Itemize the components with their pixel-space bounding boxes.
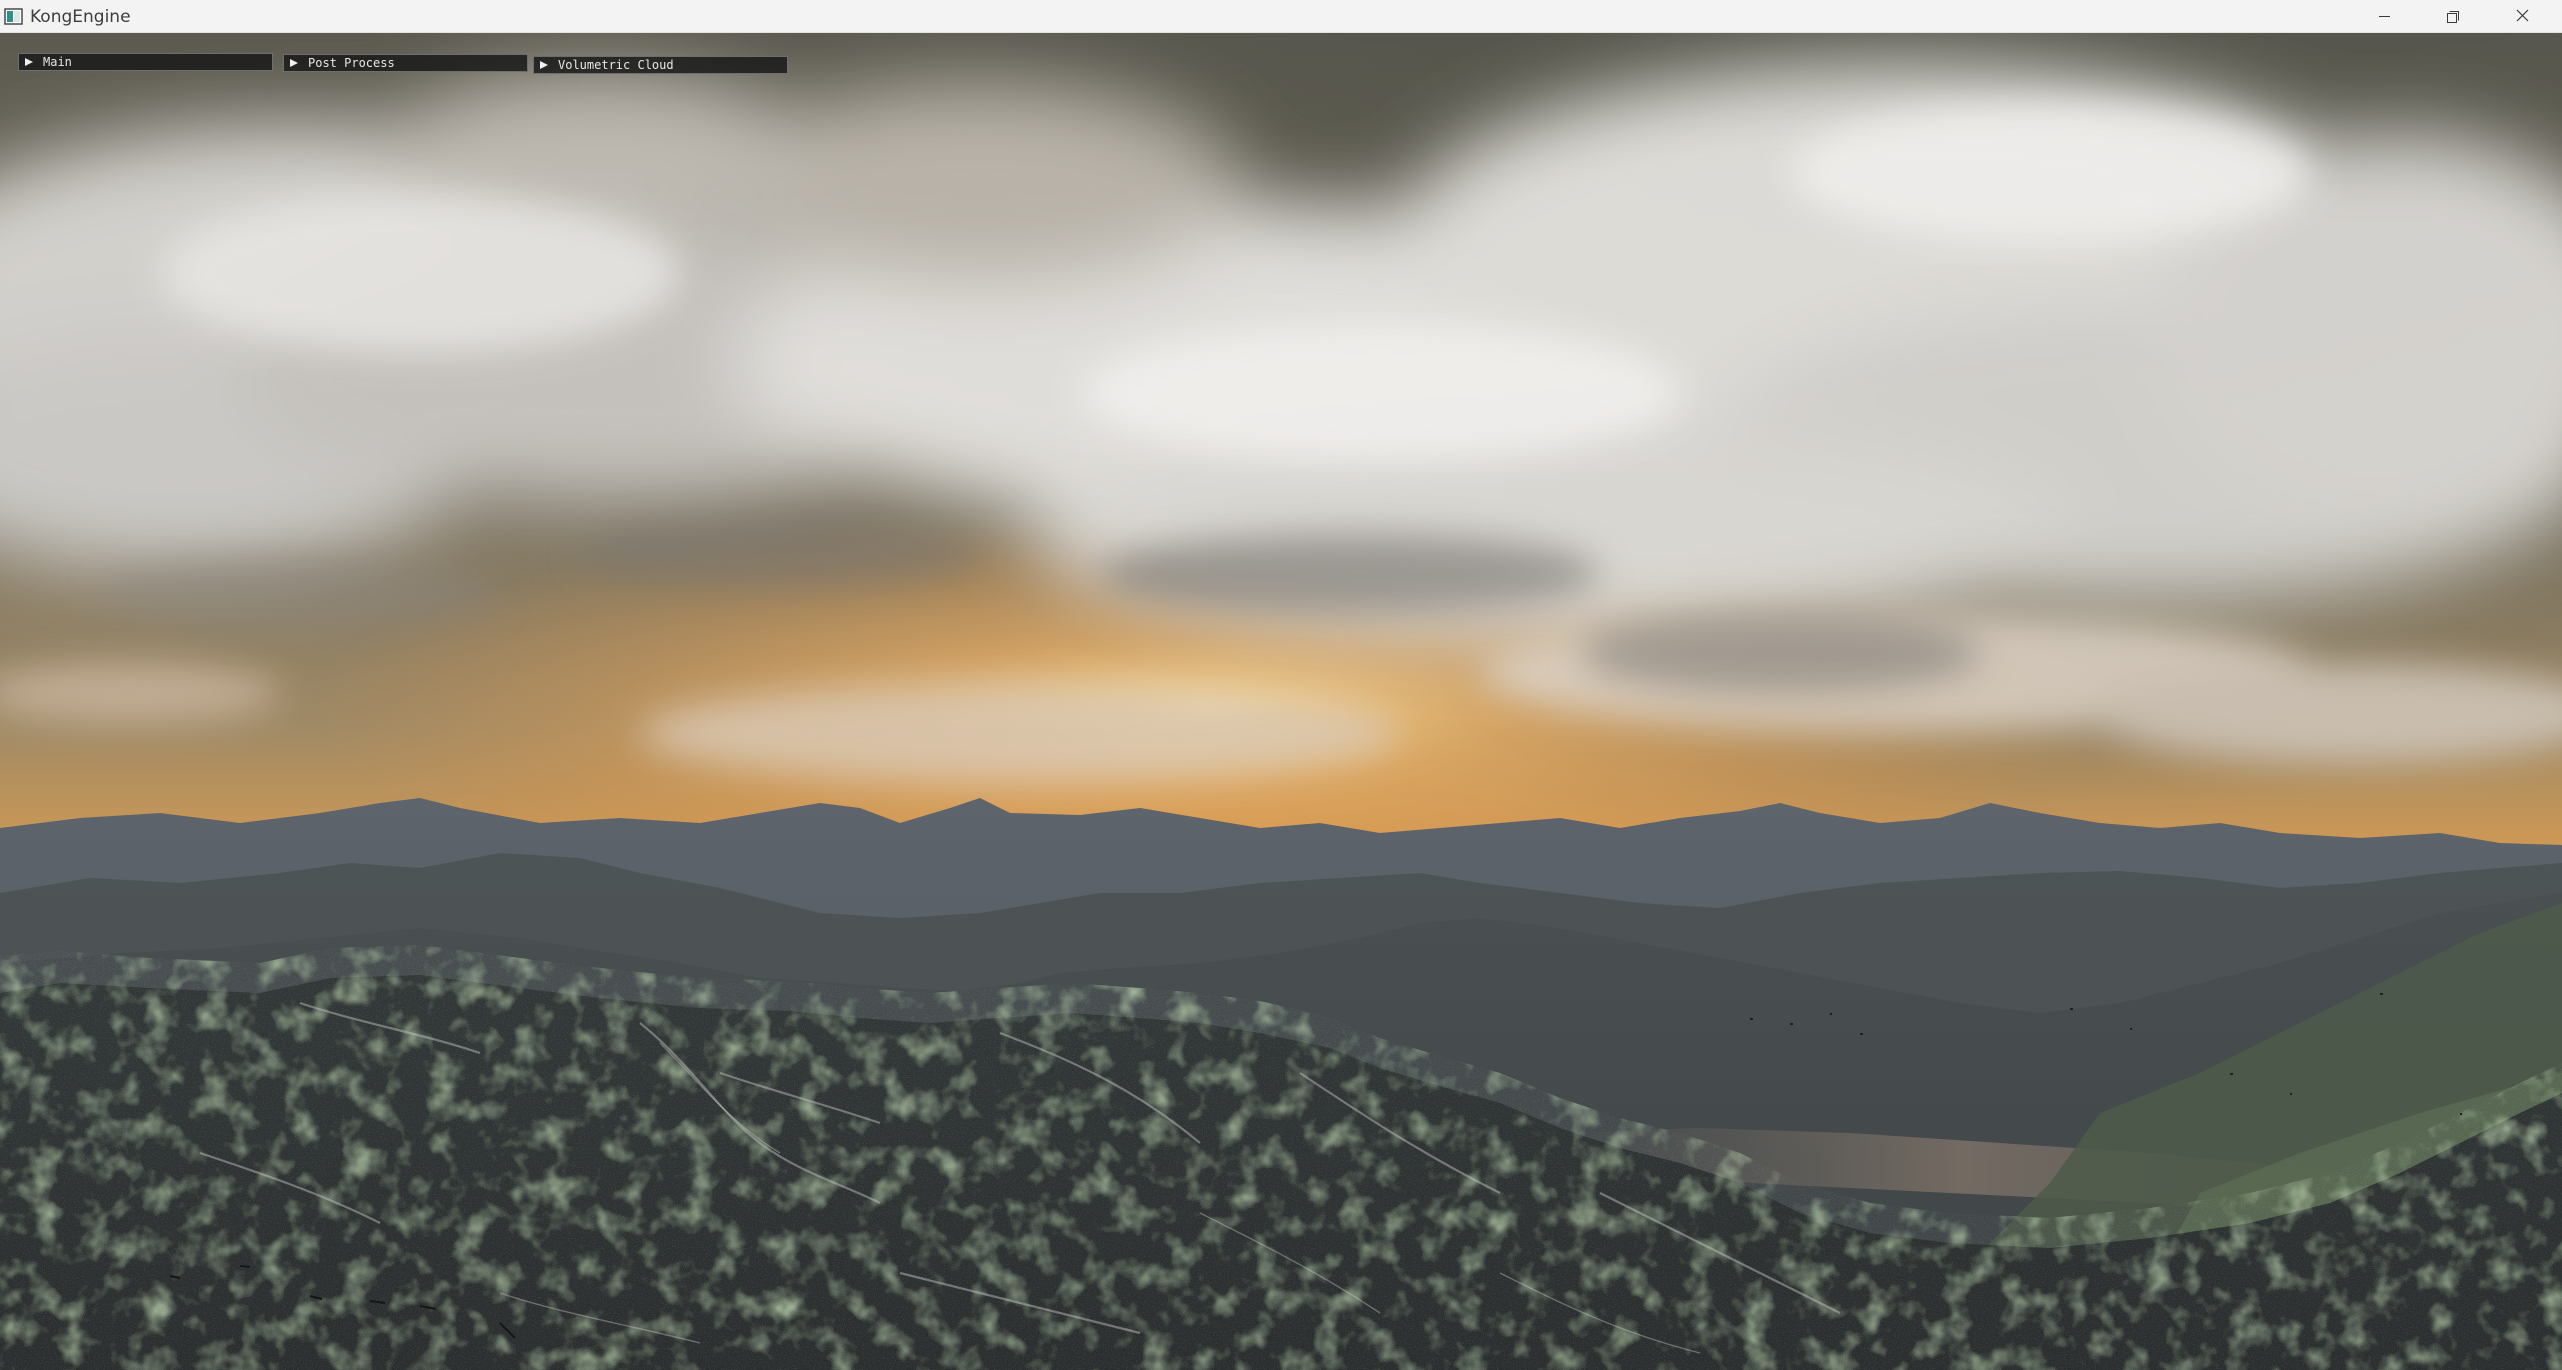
render-viewport[interactable]: Main Post Process Volumetric Cloud xyxy=(0,33,2562,1370)
panel-label-post-process: Post Process xyxy=(308,56,395,70)
panel-header-volumetric-cloud[interactable]: Volumetric Cloud xyxy=(533,56,788,74)
close-button[interactable] xyxy=(2490,0,2554,32)
collapse-arrow-icon xyxy=(540,61,548,69)
app-window: KongEngine Main Post Process Volumetric … xyxy=(0,0,2562,1370)
restore-button[interactable] xyxy=(2420,0,2484,32)
restore-icon xyxy=(2447,11,2459,23)
panel-header-main[interactable]: Main xyxy=(18,53,273,71)
close-icon xyxy=(2516,9,2529,22)
panel-label-main: Main xyxy=(43,55,72,69)
panel-label-volumetric-cloud: Volumetric Cloud xyxy=(558,58,674,72)
collapse-arrow-icon xyxy=(290,59,298,67)
window-title: KongEngine xyxy=(30,7,131,27)
panel-header-post-process[interactable]: Post Process xyxy=(283,54,528,72)
landscape-scene xyxy=(0,33,2562,1370)
app-icon xyxy=(4,8,23,25)
collapse-arrow-icon xyxy=(25,58,33,66)
title-bar[interactable]: KongEngine xyxy=(0,0,2562,33)
minimize-icon xyxy=(2379,16,2390,17)
minimize-button[interactable] xyxy=(2352,0,2416,32)
